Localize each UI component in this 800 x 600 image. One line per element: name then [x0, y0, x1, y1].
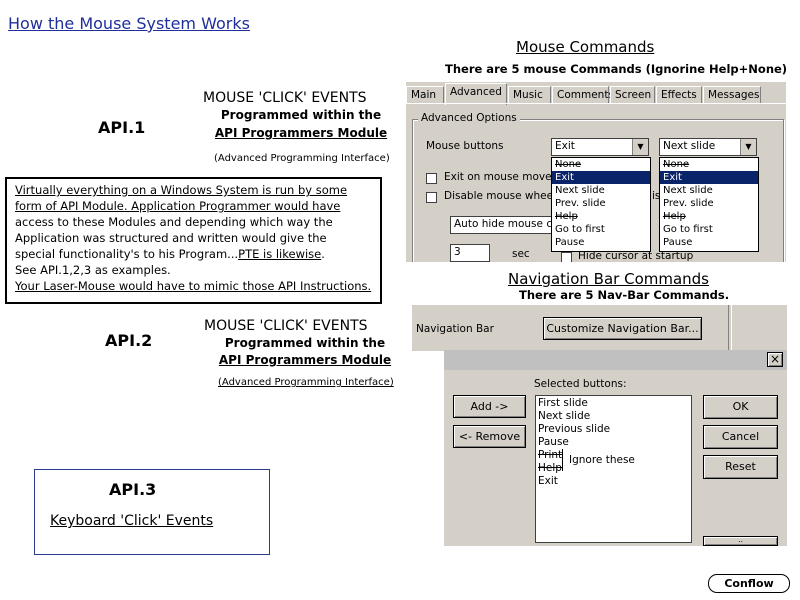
option-next-slide[interactable]: Next slide — [660, 184, 758, 197]
chevron-down-icon[interactable]: ▼ — [740, 139, 756, 155]
nav-bar-settings: Navigation Bar Customize Navigation Bar.… — [412, 305, 787, 351]
mouse-commands-subtitle: There are 5 mouse Commands (Ignorine Hel… — [445, 62, 788, 76]
reset-button[interactable]: Reset — [703, 455, 778, 479]
nav-bar-label: Navigation Bar — [416, 323, 494, 335]
dialog-titlebar — [444, 350, 787, 370]
list-item[interactable]: Next slide — [538, 410, 689, 423]
explanation-line-4: Application was structured and written w… — [15, 231, 327, 245]
customize-navigation-bar-button[interactable]: Customize Navigation Bar... — [543, 317, 702, 340]
settings-dialog: Main Advanced Music Comments Screen Effe… — [406, 82, 786, 262]
selected-buttons-list[interactable]: First slide Next slide Previous slide Pa… — [535, 395, 692, 543]
explanation-line-2: form of API Module. Application Programm… — [15, 198, 380, 214]
bracket-line — [562, 449, 563, 471]
option-go-to-first[interactable]: Go to first — [552, 223, 650, 236]
api2-note: (Advanced Programming Interface) — [218, 377, 394, 388]
hide-cursor-checkbox[interactable] — [561, 252, 572, 262]
sec-label: sec — [512, 248, 530, 260]
close-icon[interactable]: × — [767, 352, 783, 367]
explanation-line-6: See API.1,2,3 as examples. — [15, 263, 171, 277]
list-item[interactable]: Pause — [538, 436, 689, 449]
api3-label: API.3 — [109, 480, 157, 499]
selected-buttons-label: Selected buttons: — [534, 378, 627, 390]
option-next-slide[interactable]: Next slide — [552, 184, 650, 197]
option-pause[interactable]: Pause — [552, 236, 650, 249]
ok-button[interactable]: OK — [703, 395, 778, 419]
tab-main[interactable]: Main — [406, 86, 444, 104]
explanation-line-5a: special functionality's to his Program..… — [15, 247, 239, 261]
api1-prog-line2: API Programmers Module — [214, 126, 388, 140]
page-title-link[interactable]: How the Mouse System Works — [8, 14, 250, 33]
list-item[interactable]: First slide — [538, 397, 689, 410]
mouse-button-right-select[interactable]: Next slide ▼ — [659, 138, 757, 156]
api1-prog-line1: Programmed within the — [220, 108, 382, 122]
autohide-mouse-select[interactable]: Auto hide mouse cur — [450, 216, 563, 234]
advanced-options-label: Advanced Options — [418, 112, 520, 124]
api2-label: API.2 — [105, 331, 153, 350]
customize-nav-dialog: × Selected buttons: Add -> <- Remove Fir… — [444, 350, 787, 546]
api1-label: API.1 — [98, 118, 146, 137]
mouse-button-right-value: Next slide — [663, 140, 716, 152]
disable-mouse-wheel-checkbox[interactable] — [426, 192, 437, 203]
chevron-down-icon[interactable]: ▼ — [632, 139, 648, 155]
pte-link[interactable]: PTE is likewise — [238, 247, 321, 261]
mouse-button-left-options: None Exit Next slide Prev. slide Help Go… — [551, 157, 651, 252]
nav-commands-subtitle: There are 5 Nav-Bar Commands. — [519, 288, 730, 302]
mouse-button-right-options: None Exit Next slide Prev. slide Help Go… — [659, 157, 759, 252]
list-item[interactable]: Previous slide — [538, 423, 689, 436]
conflow-button[interactable]: Conflow — [708, 574, 790, 593]
api2-event-title: MOUSE 'CLICK' EVENTS — [204, 318, 368, 334]
list-item[interactable]: Exit — [538, 475, 689, 488]
disable-mouse-wheel-label: Disable mouse wheel — [444, 190, 556, 202]
api2-prog-line2: API Programmers Module — [218, 353, 392, 367]
explanation-line-7: Your Laser-Mouse would have to mimic tho… — [15, 279, 372, 293]
option-exit[interactable]: Exit — [552, 171, 650, 184]
tab-effects[interactable]: Effects — [656, 86, 702, 104]
option-none[interactable]: None — [552, 158, 650, 171]
ignore-note: Ignore these — [569, 454, 635, 466]
option-exit[interactable]: Exit — [660, 171, 758, 184]
exit-on-mouse-move-label: Exit on mouse move (f — [444, 171, 563, 183]
tab-comments[interactable]: Comments — [552, 86, 614, 104]
option-help[interactable]: Help — [552, 210, 650, 223]
option-prev-slide[interactable]: Prev. slide — [660, 197, 758, 210]
remove-button[interactable]: <- Remove — [453, 425, 526, 448]
divider — [728, 305, 732, 351]
api1-note: (Advanced Programming Interface) — [214, 153, 390, 164]
mouse-buttons-label: Mouse buttons — [426, 140, 504, 152]
option-help[interactable]: Help — [660, 210, 758, 223]
explanation-line-2-text: form of API Module. Application Programm… — [15, 199, 341, 213]
option-prev-slide[interactable]: Prev. slide — [552, 197, 650, 210]
add-button[interactable]: Add -> — [453, 395, 526, 418]
api2-prog-line1: Programmed within the — [224, 336, 386, 350]
explanation-line-3: access to these Modules and depending wh… — [15, 215, 333, 229]
api1-event-title: MOUSE 'CLICK' EVENTS — [203, 90, 367, 106]
mouse-commands-title: Mouse Commands — [516, 38, 655, 56]
explanation-line-5c: . — [321, 247, 325, 261]
option-pause[interactable]: Pause — [660, 236, 758, 249]
cancel-button[interactable]: Cancel — [703, 425, 778, 449]
tab-advanced[interactable]: Advanced — [445, 83, 507, 105]
tab-messages[interactable]: Messages — [703, 86, 761, 104]
api3-box: API.3 Keyboard 'Click' Events — [34, 469, 270, 555]
tab-music[interactable]: Music — [508, 86, 551, 104]
exit-on-mouse-move-checkbox[interactable] — [426, 173, 437, 184]
tab-screen[interactable]: Screen — [610, 86, 655, 104]
explanation-box: Virtually everything on a Windows System… — [5, 177, 382, 304]
option-none[interactable]: None — [660, 158, 758, 171]
seconds-spinner[interactable]: 3 — [450, 244, 490, 262]
keyboard-click-events-link[interactable]: Keyboard 'Click' Events — [50, 513, 213, 529]
partial-button[interactable]: .. — [703, 536, 778, 546]
nav-commands-title: Navigation Bar Commands — [508, 270, 709, 288]
option-go-to-first[interactable]: Go to first — [660, 223, 758, 236]
explanation-line-5: special functionality's to his Program..… — [15, 246, 380, 262]
mouse-button-left-value: Exit — [555, 140, 575, 152]
mouse-button-left-select[interactable]: Exit ▼ — [551, 138, 649, 156]
explanation-line-1: Virtually everything on a Windows System… — [15, 183, 348, 197]
